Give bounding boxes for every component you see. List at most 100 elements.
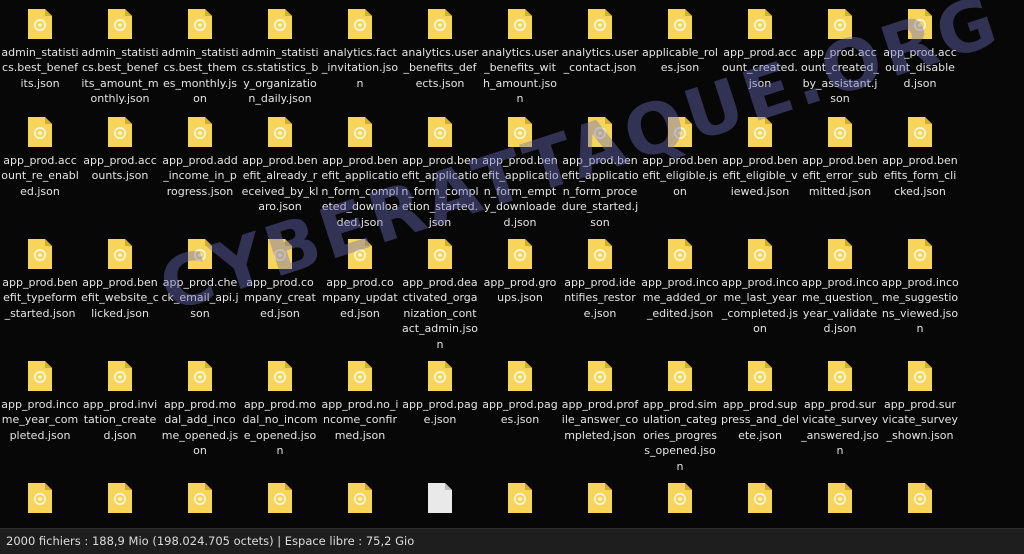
file-item[interactable] xyxy=(640,482,720,519)
file-item[interactable]: app_prod.income_question_year_validated.… xyxy=(800,238,880,337)
json-file-icon xyxy=(907,116,933,148)
file-item[interactable]: app_prod.benefit_error_submitted.json xyxy=(800,116,880,199)
json-file-icon xyxy=(347,238,373,270)
file-item[interactable]: app_prod.pages.json xyxy=(480,360,560,428)
file-item[interactable]: admin_statistics.best_themes_monthly.jso… xyxy=(160,8,240,107)
file-name: app_prod.account_disabled.json xyxy=(883,46,957,90)
json-file-icon xyxy=(187,360,213,392)
json-file-icon xyxy=(187,116,213,148)
file-item[interactable] xyxy=(160,482,240,519)
file-item[interactable]: app_prod.benefit_application_form_comple… xyxy=(400,116,480,230)
file-name: applicable_roles.json xyxy=(642,46,718,75)
file-item[interactable]: analytics.user_benefits_defects.json xyxy=(400,8,480,91)
file-item[interactable]: admin_statistics.best_benefits_amount_mo… xyxy=(80,8,160,107)
file-item[interactable]: app_prod.deactivated_organization_contac… xyxy=(400,238,480,352)
file-item[interactable]: app_prod.benefit_application_form_empty_… xyxy=(480,116,560,230)
file-name: app_prod.modal_no_income_opened.json xyxy=(242,398,318,458)
file-name: analytics.user_benefits_defects.json xyxy=(401,46,479,90)
file-name: app_prod.benefit_eligible.json xyxy=(642,154,718,198)
file-item[interactable]: app_prod.suppress_and_delete.json xyxy=(720,360,800,443)
file-name: app_prod.benefit_application_form_proced… xyxy=(561,154,639,229)
file-item[interactable]: admin_statistics.best_benefits.json xyxy=(0,8,80,91)
json-file-icon xyxy=(347,360,373,392)
file-item[interactable]: app_prod.account_created.json xyxy=(720,8,800,91)
file-item[interactable]: app_prod.add_income_in_progress.json xyxy=(160,116,240,199)
json-file-icon xyxy=(27,116,53,148)
json-file-icon xyxy=(347,116,373,148)
json-file-icon xyxy=(107,238,133,270)
file-item[interactable]: app_prod.identifies_restore.json xyxy=(560,238,640,321)
file-item[interactable] xyxy=(800,482,880,519)
file-item[interactable]: app_prod.simulation_categories_progress_… xyxy=(640,360,720,474)
file-item[interactable]: app_prod.survicate_survey_shown.json xyxy=(880,360,960,443)
file-item[interactable]: app_prod.account_disabled.json xyxy=(880,8,960,91)
file-item[interactable]: app_prod.survicate_survey_answered.json xyxy=(800,360,880,459)
file-item[interactable] xyxy=(320,482,400,519)
json-file-icon xyxy=(507,482,533,514)
file-item[interactable]: analytics.user_benefits_with_amount.json xyxy=(480,8,560,107)
file-item[interactable] xyxy=(560,482,640,519)
file-item[interactable]: app_prod.income_year_completed.json xyxy=(0,360,80,443)
file-item[interactable]: app_prod.benefit_typeform_started.json xyxy=(0,238,80,321)
file-item[interactable] xyxy=(720,482,800,519)
file-item[interactable]: app_prod.benefit_website_clicked.json xyxy=(80,238,160,321)
file-name: app_prod.account_re_enabled.json xyxy=(1,154,79,198)
file-item[interactable]: app_prod.accounts.json xyxy=(80,116,160,184)
file-name: app_prod.survicate_survey_answered.json xyxy=(801,398,879,458)
file-item[interactable] xyxy=(0,482,80,519)
json-file-icon xyxy=(747,238,773,270)
file-name: app_prod.account_created_by_assistant.js… xyxy=(801,46,879,106)
file-name: app_prod.benefit_application_form_comple… xyxy=(401,154,479,229)
file-item[interactable] xyxy=(240,482,320,519)
file-item[interactable]: app_prod.benefit_eligible_viewed.json xyxy=(720,116,800,199)
json-file-icon xyxy=(827,8,853,40)
file-item[interactable]: app_prod.company_created.json xyxy=(240,238,320,321)
file-item[interactable]: app_prod.income_last_year_completed.json xyxy=(720,238,800,337)
json-file-icon xyxy=(347,482,373,514)
file-item[interactable]: app_prod.benefit_eligible.json xyxy=(640,116,720,199)
file-item[interactable]: app_prod.income_suggestions_viewed.json xyxy=(880,238,960,337)
file-item[interactable]: app_prod.no_income_confirmed.json xyxy=(320,360,400,443)
json-file-icon xyxy=(187,238,213,270)
json-file-icon xyxy=(667,8,693,40)
file-item[interactable] xyxy=(80,482,160,519)
json-file-icon xyxy=(907,238,933,270)
file-item[interactable] xyxy=(880,482,960,519)
file-item[interactable]: app_prod.modal_no_income_opened.json xyxy=(240,360,320,459)
file-item[interactable]: applicable_roles.json xyxy=(640,8,720,76)
json-file-icon xyxy=(587,8,613,40)
file-item[interactable]: app_prod.income_added_or_edited.json xyxy=(640,238,720,321)
file-item[interactable]: app_prod.modal_add_income_opened.json xyxy=(160,360,240,459)
json-file-icon xyxy=(907,482,933,514)
file-name: app_prod.deactivated_organization_contac… xyxy=(401,276,479,351)
file-name: app_prod.modal_add_income_opened.json xyxy=(161,398,239,458)
file-item[interactable]: app_prod.benefit_application_form_proced… xyxy=(560,116,640,230)
file-item[interactable]: app_prod.account_re_enabled.json xyxy=(0,116,80,199)
file-item[interactable]: app_prod.page.json xyxy=(400,360,480,428)
file-name: app_prod.account_created.json xyxy=(722,46,798,90)
json-file-icon xyxy=(27,360,53,392)
file-item[interactable]: analytics.user_contact.json xyxy=(560,8,640,76)
file-item[interactable]: app_prod.company_updated.json xyxy=(320,238,400,321)
file-name: app_prod.benefit_error_submitted.json xyxy=(802,154,878,198)
file-item[interactable]: app_prod.benefit_application_form_comple… xyxy=(320,116,400,230)
json-file-icon xyxy=(427,116,453,148)
file-name: app_prod.check_email_api.json xyxy=(161,276,239,320)
file-item[interactable]: analytics.fact_invitation.json xyxy=(320,8,400,91)
file-item[interactable]: app_prod.profile_answer_completed.json xyxy=(560,360,640,443)
json-file-icon xyxy=(907,8,933,40)
file-item[interactable]: app_prod.invitation_created.json xyxy=(80,360,160,443)
file-item[interactable]: app_prod.groups.json xyxy=(480,238,560,306)
file-name: app_prod.benefit_typeform_started.json xyxy=(2,276,78,320)
file-item[interactable] xyxy=(400,482,480,519)
json-file-icon xyxy=(187,482,213,514)
file-item[interactable]: app_prod.account_created_by_assistant.js… xyxy=(800,8,880,107)
json-file-icon xyxy=(107,360,133,392)
file-item[interactable]: app_prod.benefits_form_clicked.json xyxy=(880,116,960,199)
file-item[interactable]: app_prod.check_email_api.json xyxy=(160,238,240,321)
file-item[interactable]: app_prod.benefit_already_received_by_kla… xyxy=(240,116,320,215)
json-file-icon xyxy=(427,8,453,40)
file-item[interactable]: admin_statistics.statistics_by_organizat… xyxy=(240,8,320,107)
json-file-icon xyxy=(667,482,693,514)
file-item[interactable] xyxy=(480,482,560,519)
